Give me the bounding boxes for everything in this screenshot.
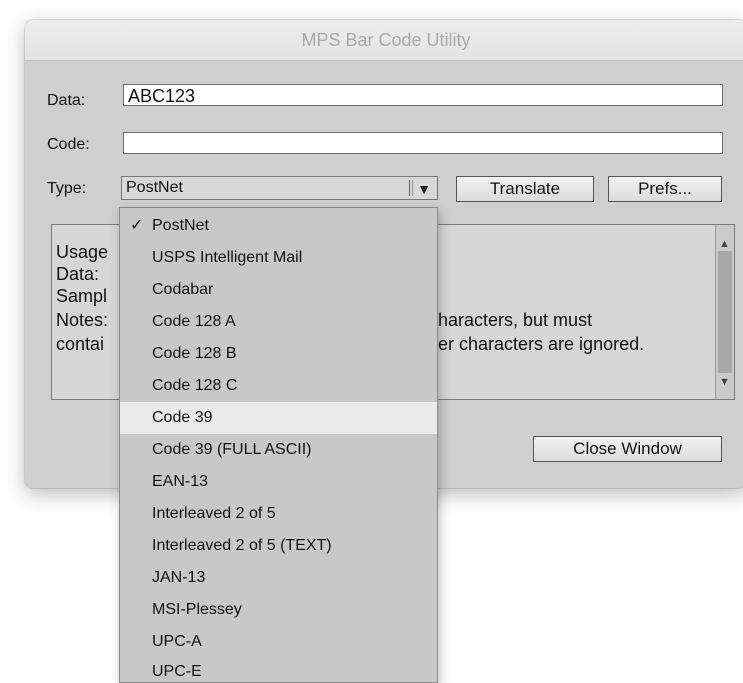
menu-item-label: UPC-A <box>152 633 202 650</box>
menu-item-ean-13[interactable]: EAN-13 <box>120 466 437 498</box>
menu-item-label: JAN-13 <box>152 569 206 586</box>
menu-item-code-39[interactable]: Code 39 <box>120 402 437 434</box>
menu-item-postnet[interactable]: ✓ PostNet <box>120 210 437 242</box>
menu-item-usps-intelligent-mail[interactable]: USPS Intelligent Mail <box>120 242 437 274</box>
data-field[interactable]: ABC123 <box>123 84 723 106</box>
usage-line: contai <box>56 334 105 354</box>
select-divider <box>409 180 413 196</box>
menu-item-label: Code 39 <box>152 409 213 426</box>
type-dropdown-menu: ✓ PostNet USPS Intelligent Mail Codabar … <box>119 207 438 683</box>
checkmark-icon: ✓ <box>130 217 144 234</box>
menu-item-code-128-a[interactable]: Code 128 A <box>120 306 437 338</box>
chevron-down-icon: ▼ <box>417 181 431 197</box>
type-label: Type: <box>47 180 87 197</box>
usage-line: Notes: <box>56 310 109 330</box>
menu-item-label: USPS Intelligent Mail <box>152 249 303 266</box>
usage-line: Sampl <box>56 286 108 306</box>
code-label: Code: <box>47 136 90 153</box>
usage-line: Data: <box>56 264 100 284</box>
menu-item-label: Interleaved 2 of 5 (TEXT) <box>152 537 332 554</box>
menu-item-interleaved-2-of-5-text[interactable]: Interleaved 2 of 5 (TEXT) <box>120 530 437 562</box>
menu-item-upc-e[interactable]: UPC-E <box>120 656 437 682</box>
usage-line: er characters are ignored. <box>438 334 645 354</box>
menu-item-label: Code 128 B <box>152 345 237 362</box>
menu-item-label: EAN-13 <box>152 473 209 490</box>
translate-button[interactable]: Translate <box>456 176 594 202</box>
menu-item-code-128-b[interactable]: Code 128 B <box>120 338 437 370</box>
menu-item-jan-13[interactable]: JAN-13 <box>120 562 437 594</box>
code-field[interactable] <box>123 132 723 154</box>
usage-scrollbar[interactable]: ▲ ▼ <box>715 225 734 399</box>
menu-item-msi-plessey[interactable]: MSI-Plessey <box>120 594 437 626</box>
menu-item-code-128-c[interactable]: Code 128 C <box>120 370 437 402</box>
menu-item-label: Codabar <box>152 281 214 298</box>
menu-item-label: Interleaved 2 of 5 <box>152 505 276 522</box>
menu-item-label: Code 128 A <box>152 313 236 330</box>
type-select[interactable]: PostNet ▼ <box>121 176 438 200</box>
menu-item-label: MSI-Plessey <box>152 601 242 618</box>
window-title: MPS Bar Code Utility <box>301 29 471 50</box>
close-window-button[interactable]: Close Window <box>533 436 722 462</box>
menu-item-codabar[interactable]: Codabar <box>120 274 437 306</box>
menu-item-code-39-full-ascii[interactable]: Code 39 (FULL ASCII) <box>120 434 437 466</box>
scroll-down-icon[interactable]: ▼ <box>719 371 730 393</box>
menu-item-label: Code 128 C <box>152 377 238 394</box>
prefs-button[interactable]: Prefs... <box>608 176 722 202</box>
usage-line: Usage <box>56 242 109 262</box>
type-selected-value: PostNet <box>126 179 183 196</box>
menu-item-label: Code 39 (FULL ASCII) <box>152 441 312 458</box>
menu-item-upc-a[interactable]: UPC-A <box>120 626 437 658</box>
scrollbar-thumb[interactable] <box>718 251 732 373</box>
data-label: Data: <box>47 92 86 109</box>
menu-item-interleaved-2-of-5[interactable]: Interleaved 2 of 5 <box>120 498 437 530</box>
menu-item-label: PostNet <box>152 217 209 234</box>
usage-line: haracters, but must <box>438 310 593 330</box>
window-titlebar[interactable]: MPS Bar Code Utility <box>25 20 743 61</box>
menu-item-label: UPC-E <box>152 663 202 680</box>
